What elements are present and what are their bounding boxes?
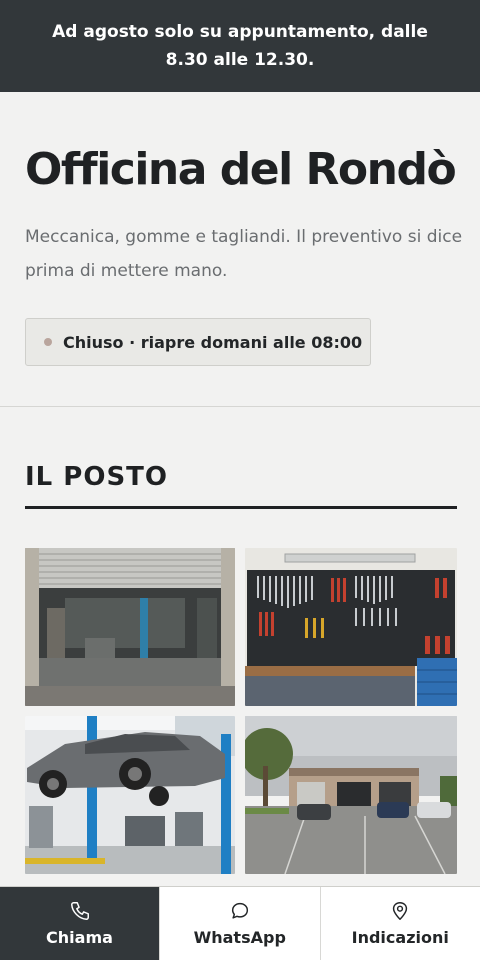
whatsapp-label: WhatsApp — [193, 928, 286, 947]
page-title: Officina del Rondò — [25, 144, 457, 195]
workshop-exterior-photo[interactable] — [245, 716, 457, 874]
opening-status-badge: Chiuso · riapre domani alle 08:00 — [25, 318, 371, 366]
tool-wall-photo[interactable] — [245, 548, 457, 706]
hero-section: Officina del Rondò Meccanica, gomme e ta… — [0, 92, 480, 407]
section-divider — [25, 506, 457, 509]
page-subtitle: Meccanica, gomme e tagliandi. Il prevent… — [25, 227, 463, 281]
announcement-text: Ad agosto solo su appuntamento, dalle 8.… — [52, 22, 428, 70]
section-title: IL POSTO — [25, 462, 169, 492]
directions-button[interactable]: Indicazioni — [321, 887, 480, 960]
status-text: Chiuso · riapre domani alle 08:00 — [63, 332, 363, 352]
map-pin-icon — [389, 900, 411, 922]
status-dot-icon — [44, 338, 52, 346]
bottom-action-bar: Chiama WhatsApp Indicazioni — [0, 886, 480, 960]
car-lift-photo[interactable] — [25, 716, 235, 874]
chat-bubble-icon — [229, 900, 251, 922]
call-button[interactable]: Chiama — [0, 887, 160, 960]
whatsapp-button[interactable]: WhatsApp — [160, 887, 321, 960]
phone-icon — [69, 900, 91, 922]
garage-door-photo[interactable] — [25, 548, 235, 706]
directions-label: Indicazioni — [351, 928, 449, 947]
announcement-bar: Ad agosto solo su appuntamento, dalle 8.… — [0, 0, 480, 92]
call-label: Chiama — [46, 928, 113, 947]
